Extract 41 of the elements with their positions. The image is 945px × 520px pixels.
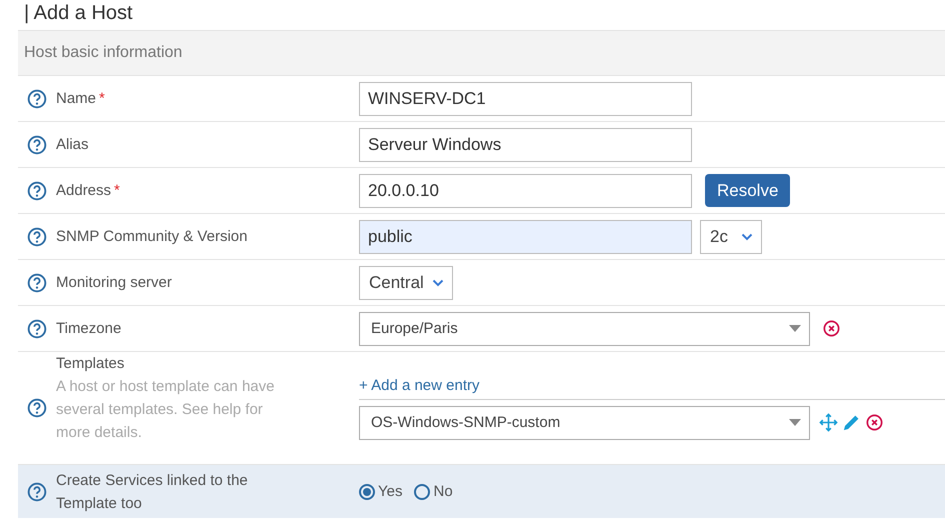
field-label: SNMP Community & Version	[56, 228, 248, 245]
field-label: Timezone	[56, 320, 122, 337]
resolve-button[interactable]: Resolve	[705, 174, 790, 207]
required-mark: *	[99, 90, 105, 107]
help-icon[interactable]	[27, 134, 47, 154]
help-icon[interactable]	[27, 226, 47, 246]
remove-icon[interactable]	[822, 319, 841, 338]
chevron-down-icon	[432, 278, 444, 286]
help-icon[interactable]	[27, 398, 47, 418]
text-field[interactable]: public	[359, 220, 692, 254]
pencil-icon[interactable]	[842, 413, 861, 432]
text-field[interactable]: WINSERV-DC1	[359, 82, 692, 116]
text-field[interactable]: Serveur Windows	[359, 128, 692, 162]
page-title: | Add a Host	[23, 1, 134, 26]
radio-option[interactable]: No	[414, 483, 453, 500]
dropdown-arrow-icon	[789, 325, 801, 332]
timezone-select[interactable]: Europe/Paris	[359, 312, 810, 346]
dropdown-arrow-icon	[789, 419, 801, 426]
field-hint: A host or host template can have several templates. See help for more details.	[56, 377, 276, 443]
template-select[interactable]: OS-Windows-SNMP-custom	[359, 406, 810, 440]
help-icon[interactable]	[27, 88, 47, 108]
field-label: Alias	[56, 136, 89, 153]
chevron-down-icon	[741, 232, 753, 240]
text-field[interactable]: 20.0.0.10	[359, 174, 692, 208]
required-mark: *	[114, 182, 120, 199]
remove-icon[interactable]	[865, 413, 884, 432]
move-icon[interactable]	[819, 413, 838, 432]
section-header: Host basic information	[18, 30, 945, 75]
help-icon[interactable]	[27, 272, 47, 292]
field-label: Address	[56, 182, 112, 199]
field-label: Templates	[56, 355, 124, 372]
server-select[interactable]: Central	[359, 266, 453, 300]
help-icon[interactable]	[27, 318, 47, 338]
field-label: Create Services linked to the Template too	[56, 472, 248, 512]
field-label: Name	[56, 90, 96, 107]
version-select[interactable]: 2c	[700, 220, 762, 254]
radio-option[interactable]: Yes	[359, 483, 402, 500]
field-label: Monitoring server	[56, 274, 172, 291]
help-icon[interactable]	[27, 180, 47, 200]
help-icon[interactable]	[27, 482, 47, 502]
add-entry-link[interactable]: + Add a new entry	[359, 376, 480, 394]
